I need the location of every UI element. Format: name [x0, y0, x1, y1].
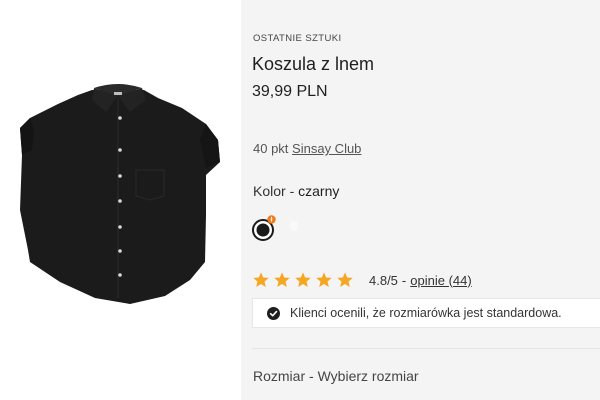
rating-stars	[252, 271, 354, 289]
stock-badge: OSTATNIE SZTUKI	[253, 33, 342, 44]
color-swatch-placeholder	[290, 221, 298, 231]
shirt-illustration	[20, 84, 220, 304]
size-separator: -	[309, 368, 314, 384]
fit-notice-text: Klienci ocenili, że rozmiarówka jest sta…	[290, 306, 562, 320]
color-swatch-icon	[252, 215, 276, 241]
size-placeholder: Wybierz rozmiar	[317, 368, 419, 384]
product-info-panel: OSTATNIE SZTUKI Koszula z lnem 39,99 PLN…	[241, 0, 600, 400]
color-selector-label: Kolor - czarny	[253, 183, 339, 199]
product-price: 39,99 PLN	[252, 83, 328, 100]
product-image[interactable]	[0, 0, 241, 400]
divider	[252, 348, 600, 349]
loyalty-points-value: 40 pkt	[253, 141, 289, 156]
reviews-link[interactable]: opinie (44)	[410, 273, 471, 288]
product-title: Koszula z lnem	[252, 54, 375, 74]
color-swatch-black[interactable]	[250, 213, 282, 243]
star-icon	[337, 272, 353, 287]
color-label: Kolor	[253, 183, 286, 199]
star-icon	[253, 272, 269, 287]
rating-separator: -	[401, 272, 407, 288]
color-separator: -	[289, 183, 295, 199]
size-label: Rozmiar	[253, 368, 306, 384]
fit-notice: Klienci ocenili, że rozmiarówka jest sta…	[252, 298, 600, 328]
size-selector[interactable]: Rozmiar - Wybierz rozmiar	[253, 368, 419, 384]
star-icon	[295, 272, 311, 287]
color-value: czarny	[298, 183, 340, 199]
sinsay-club-link[interactable]: Sinsay Club	[292, 141, 361, 156]
loyalty-points: 40 pkt Sinsay Club	[253, 141, 361, 156]
star-icon	[316, 272, 332, 287]
check-circle-icon	[267, 306, 280, 320]
rating-summary: 4.8/5 - opinie (44)	[252, 270, 472, 290]
rating-score: 4.8/5	[369, 272, 398, 288]
star-icon	[274, 272, 290, 287]
